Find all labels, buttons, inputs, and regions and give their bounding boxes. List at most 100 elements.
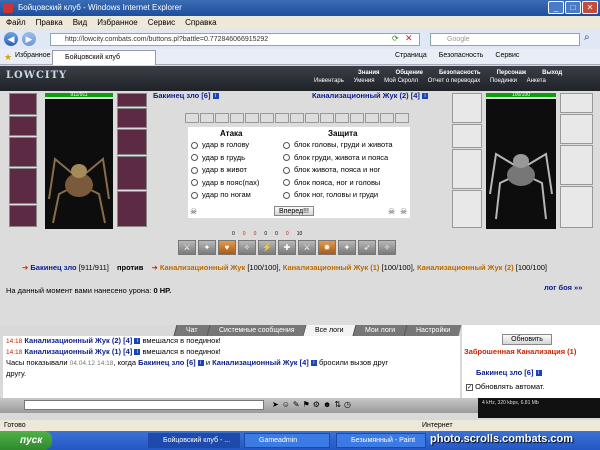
ability-icon[interactable]: ✹ xyxy=(318,240,336,255)
defense-option[interactable]: блок пояса, ног и головы xyxy=(283,177,393,190)
ability-icon[interactable]: ⚔ xyxy=(298,240,316,255)
go-button[interactable]: Вперед!!! xyxy=(274,206,314,216)
boots-slot[interactable] xyxy=(117,191,147,227)
ability-icon[interactable]: ✦ xyxy=(338,240,356,255)
enemy-name[interactable]: Канализационный Жук (2) xyxy=(417,263,514,272)
scroll-slot[interactable] xyxy=(245,113,259,123)
ability-icon[interactable]: ⚡ xyxy=(258,240,276,255)
nav-communication[interactable]: Общение xyxy=(388,69,431,77)
attack-option[interactable]: удар в голову xyxy=(191,139,259,152)
info-icon[interactable]: i xyxy=(134,349,141,356)
amulet-slot[interactable] xyxy=(9,116,37,136)
radio-button[interactable] xyxy=(191,141,198,149)
menu-tools[interactable]: Сервис xyxy=(148,16,175,29)
tools-menu[interactable]: Сервис xyxy=(495,52,519,59)
radio-button[interactable] xyxy=(283,166,290,174)
weapon-slot[interactable] xyxy=(9,137,37,167)
nav-security[interactable]: Безопасность xyxy=(431,69,489,77)
ability-icon[interactable]: ✧ xyxy=(238,240,256,255)
chat-name[interactable]: Канализационный Жук (1) xyxy=(24,347,121,356)
scroll-slot[interactable] xyxy=(230,113,244,123)
defense-option[interactable]: блок ног, головы и груди xyxy=(283,189,393,202)
scroll-slot[interactable] xyxy=(380,113,394,123)
refresh-button[interactable]: Обновить xyxy=(502,334,552,345)
scroll-slot[interactable] xyxy=(395,113,409,123)
info-icon[interactable]: i xyxy=(422,93,428,100)
menu-file[interactable]: Файл xyxy=(6,16,26,29)
search-icon[interactable]: ⌕ xyxy=(584,32,590,43)
scroll-slot[interactable] xyxy=(365,113,379,123)
media-player[interactable]: 4 kHz, 320 kbps, 6.81 Mb xyxy=(478,398,600,418)
auto-refresh[interactable]: ✓ Обновлять автомат. xyxy=(466,382,545,391)
close-button[interactable]: ✕ xyxy=(582,1,598,14)
nav-knowledge[interactable]: Знания xyxy=(350,69,388,77)
task-ie[interactable]: Бойцовский клуб - ... xyxy=(148,433,240,448)
tab-all-logs[interactable]: Все логи xyxy=(302,325,356,336)
necklace-slot[interactable] xyxy=(117,108,147,128)
radio-button[interactable] xyxy=(191,191,198,199)
favorites-label[interactable]: Избранное xyxy=(15,52,50,59)
person-icon[interactable]: ☻ xyxy=(323,400,331,409)
gloves-slot[interactable] xyxy=(117,129,147,155)
scroll-slot[interactable] xyxy=(320,113,334,123)
auto-refresh-checkbox[interactable]: ✓ xyxy=(466,384,473,391)
left-name[interactable]: Бакинец зло xyxy=(153,91,199,100)
defense-option[interactable]: блок головы, груди и живота xyxy=(283,139,393,152)
info-icon[interactable]: i xyxy=(134,338,141,345)
search-input[interactable]: Google xyxy=(430,33,580,46)
tab-my-logs[interactable]: Мои логи xyxy=(352,325,407,336)
ability-icon[interactable]: ✦ xyxy=(198,240,216,255)
menu-edit[interactable]: Правка xyxy=(36,16,63,29)
enemy-name[interactable]: Канализационный Жук (1) xyxy=(283,263,380,272)
attack-option[interactable]: удар в грудь xyxy=(191,152,259,165)
heart-icon[interactable]: ♥ xyxy=(218,240,236,255)
scroll-slot[interactable] xyxy=(185,113,199,123)
safety-menu[interactable]: Безопасность xyxy=(439,52,484,59)
subnav-fights[interactable]: Поединки xyxy=(486,78,521,84)
scroll-slot[interactable] xyxy=(335,113,349,123)
menu-view[interactable]: Вид xyxy=(73,16,87,29)
shield-slot[interactable] xyxy=(117,156,147,190)
tab-chat[interactable]: Чат xyxy=(173,325,210,336)
attack-option[interactable]: удар в пояс(пах) xyxy=(191,177,259,190)
chat-name[interactable]: Бакинец зло xyxy=(138,358,184,367)
nav-character[interactable]: Персонаж xyxy=(489,69,535,77)
send-icon[interactable]: ➤ xyxy=(272,400,279,409)
attack-option[interactable]: удар по ногам xyxy=(191,189,259,202)
subnav-profile[interactable]: Анкета xyxy=(523,78,550,84)
scroll-slot[interactable] xyxy=(275,113,289,123)
scroll-slot[interactable] xyxy=(305,113,319,123)
belt-slot[interactable] xyxy=(9,205,37,227)
smile-icon[interactable]: ☺ xyxy=(282,400,290,409)
browser-tab[interactable]: Бойцовский клуб xyxy=(52,50,156,65)
address-input[interactable]: http://lowcity.combats.com/buttons.pl?ba… xyxy=(50,33,420,46)
radio-button[interactable] xyxy=(191,166,198,174)
tab-settings[interactable]: Настройки xyxy=(403,325,462,336)
battle-log-link[interactable]: лог боя »» xyxy=(544,283,582,292)
info-icon[interactable]: i xyxy=(535,370,542,377)
subnav-scroll[interactable]: Мой Скролл xyxy=(380,78,422,84)
start-button[interactable]: пуск xyxy=(0,431,52,450)
maximize-button[interactable]: □ xyxy=(565,1,581,14)
radio-button[interactable] xyxy=(283,141,290,149)
filter-icon[interactable]: ⚙ xyxy=(313,400,320,409)
battle-left-name[interactable]: Бакинец зло xyxy=(30,263,76,272)
defense-option[interactable]: блок груди, живота и пояса xyxy=(283,152,393,165)
clear-icon[interactable]: ✎ xyxy=(293,400,300,409)
tab-system[interactable]: Системные сообщения xyxy=(206,325,306,336)
scroll-icon[interactable]: ⇅ xyxy=(334,400,341,409)
forward-icon[interactable]: ▶ xyxy=(22,32,36,46)
star-icon[interactable]: ★ xyxy=(4,52,12,63)
ability-icon[interactable]: ✧ xyxy=(378,240,396,255)
minimize-button[interactable]: _ xyxy=(548,1,564,14)
scroll-slot[interactable] xyxy=(290,113,304,123)
enemy-name[interactable]: Канализационный Жук xyxy=(160,263,245,272)
subnav-inventory[interactable]: Инвентарь xyxy=(310,78,348,84)
scroll-slot[interactable] xyxy=(260,113,274,123)
ability-icon[interactable]: ➶ xyxy=(358,240,376,255)
info-icon[interactable]: i xyxy=(197,360,204,367)
scroll-slot[interactable] xyxy=(350,113,364,123)
scroll-slot[interactable] xyxy=(200,113,214,123)
radio-button[interactable] xyxy=(283,179,290,187)
chat-name[interactable]: Канализационный Жук (2) xyxy=(24,336,121,345)
